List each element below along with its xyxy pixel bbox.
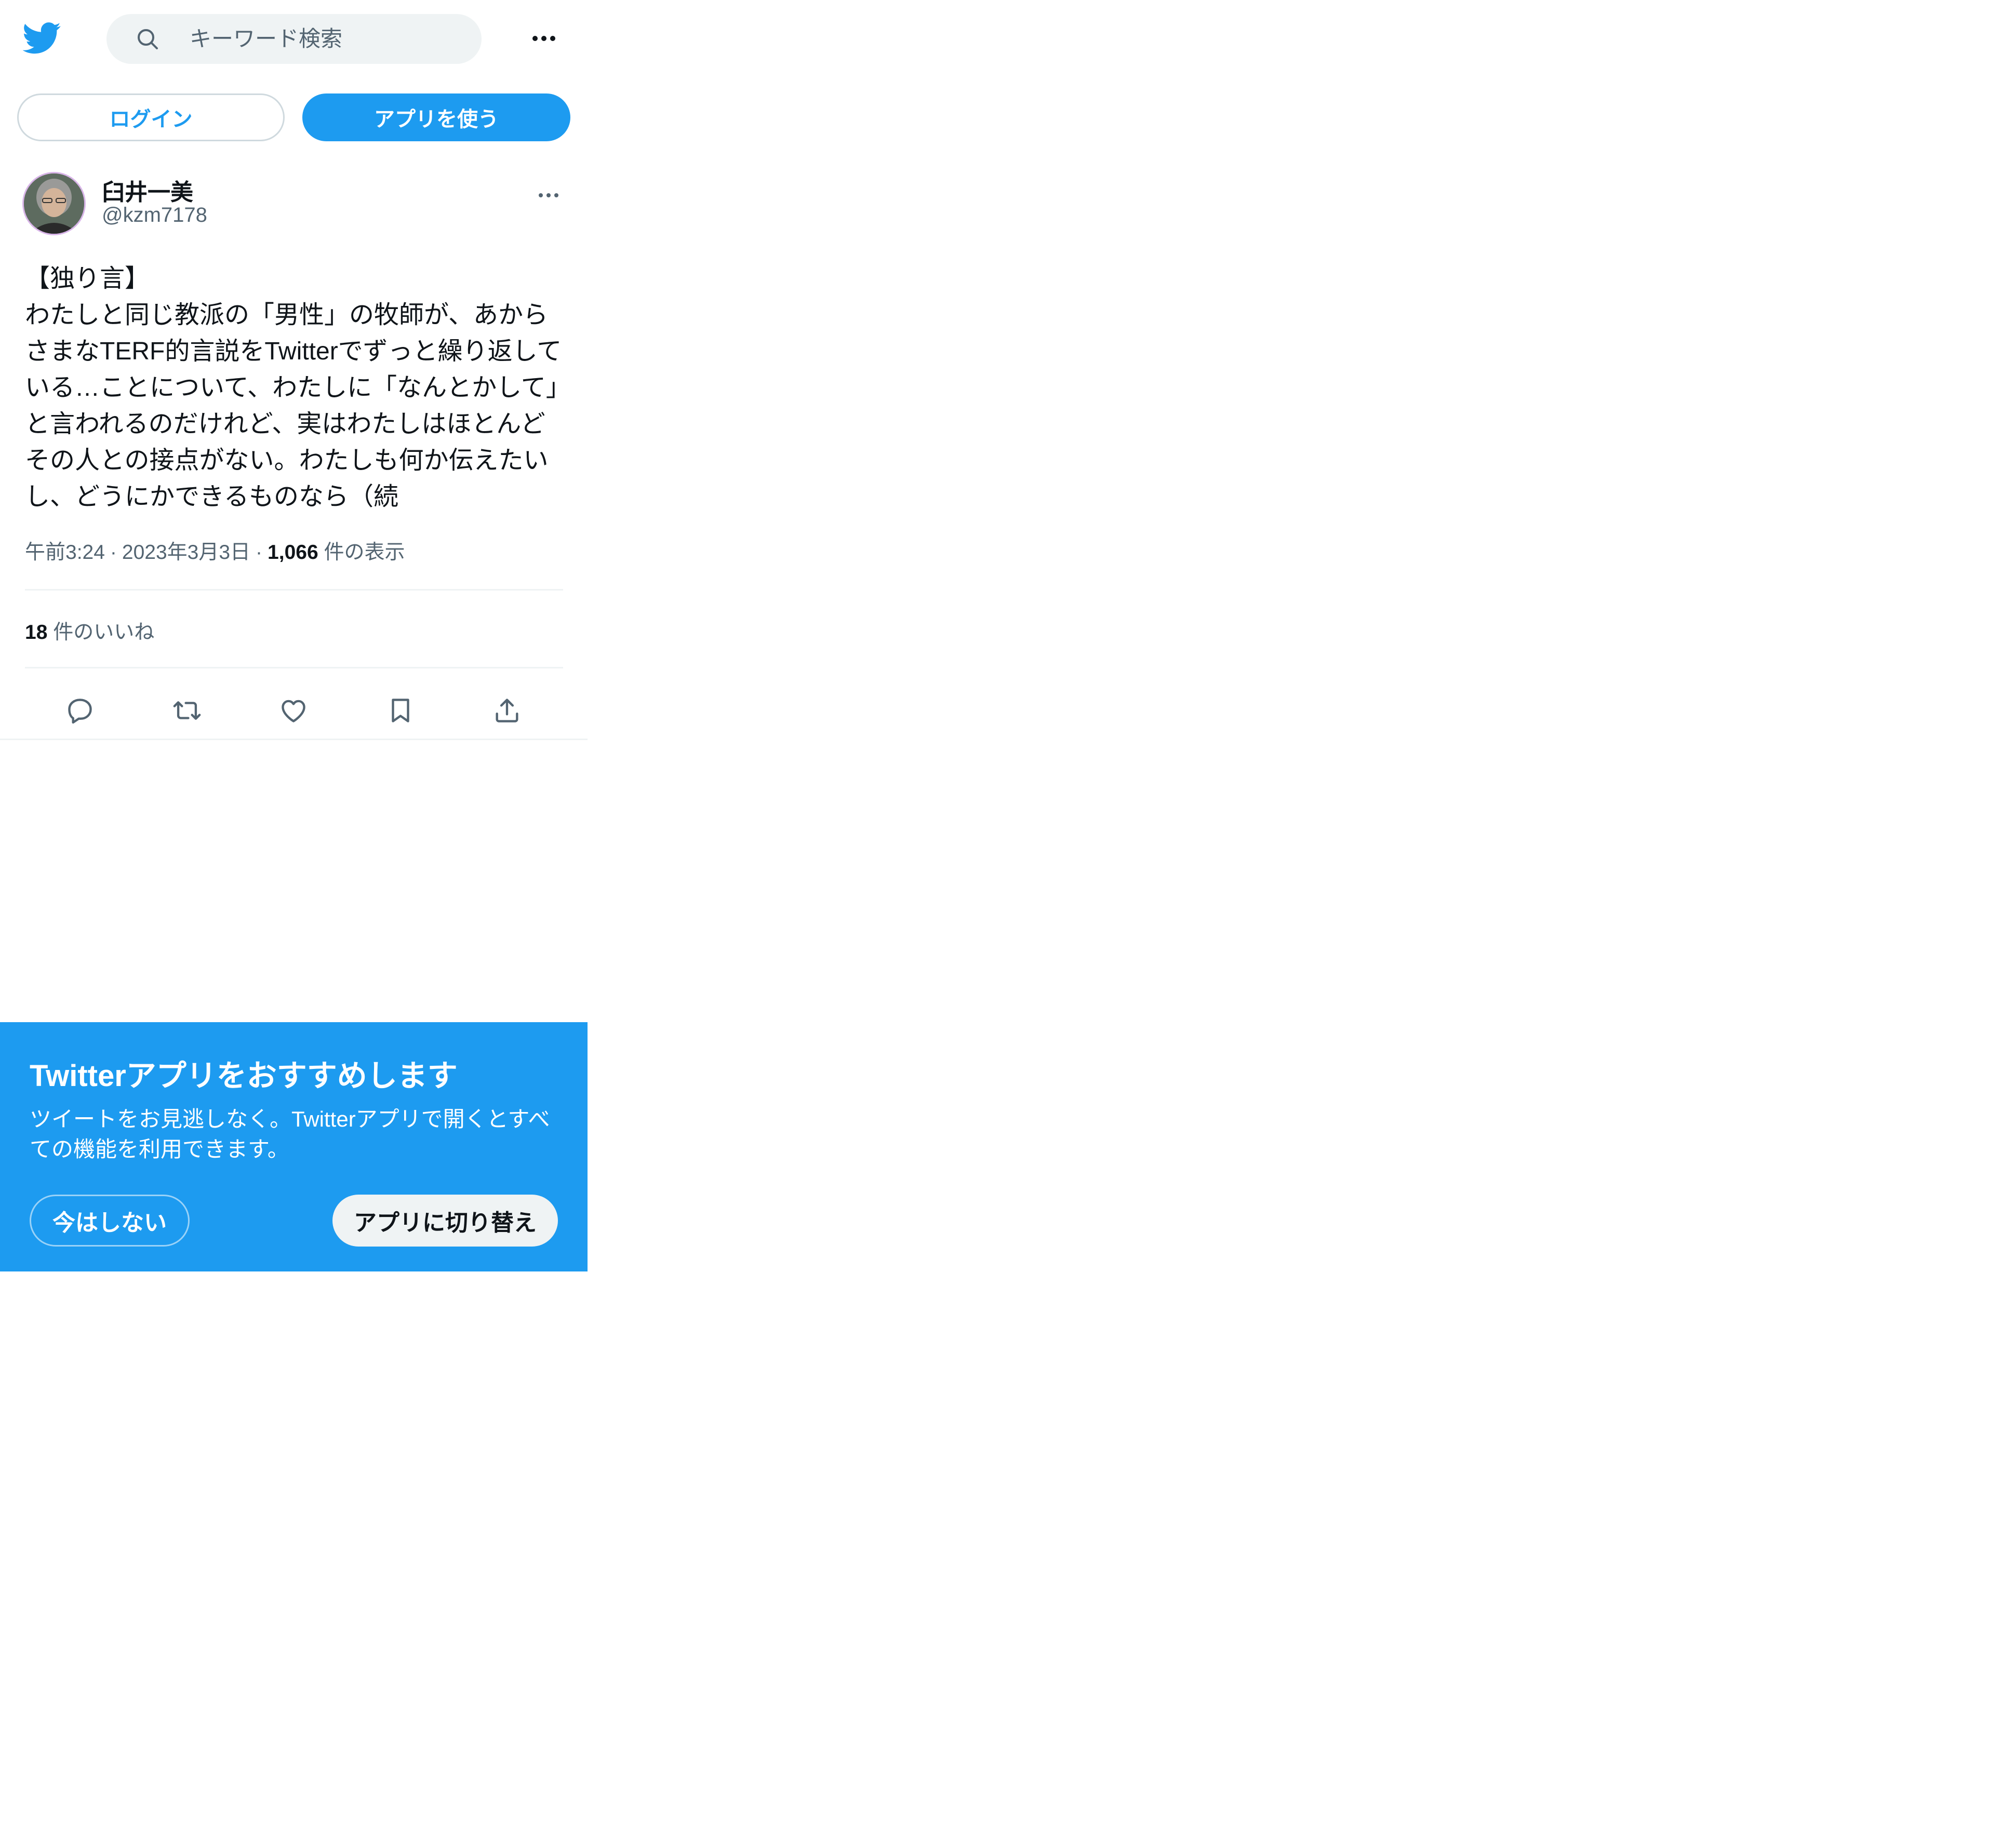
divider bbox=[25, 667, 563, 668]
search-input[interactable] bbox=[190, 14, 460, 64]
banner-title: Twitterアプリをおすすめします bbox=[30, 1059, 458, 1093]
bookmark-button[interactable] bbox=[376, 686, 425, 735]
likes-label: 件のいいね bbox=[53, 621, 155, 644]
tweet-actions bbox=[25, 686, 563, 735]
bookmark-icon bbox=[392, 699, 409, 722]
tweet-more-icon[interactable] bbox=[537, 186, 560, 205]
tweet-text: 【独り言】 わたしと同じ教派の「男性」の牧師が、あからさまなTERF的言説をTw… bbox=[25, 265, 562, 511]
share-icon bbox=[496, 699, 518, 722]
divider bbox=[25, 589, 563, 591]
avatar[interactable] bbox=[24, 173, 84, 234]
retweet-button[interactable] bbox=[162, 686, 212, 735]
use-app-button[interactable]: アプリを使う bbox=[302, 93, 570, 141]
tweet-meta: 午前3:24 · 2023年3月3日 · 1,066 件の表示 bbox=[25, 536, 405, 565]
search-icon bbox=[138, 29, 158, 49]
likes-summary[interactable]: 18 件のいいね bbox=[25, 616, 154, 645]
not-now-button[interactable]: 今はしない bbox=[30, 1195, 190, 1247]
auth-buttons: ログイン アプリを使う bbox=[0, 93, 588, 142]
app-root: ログイン アプリを使う 臼井一美 @kzm7178 【独り言】 わたしと同じ教派… bbox=[0, 0, 588, 1848]
user-handle[interactable]: @kzm7178 bbox=[102, 204, 207, 227]
like-button[interactable] bbox=[269, 686, 318, 735]
switch-to-app-button[interactable]: アプリに切り替え bbox=[332, 1195, 558, 1247]
more-icon[interactable] bbox=[531, 28, 557, 49]
tweet-date[interactable]: 2023年3月3日 bbox=[122, 541, 250, 564]
search-bar[interactable] bbox=[106, 14, 482, 64]
divider bbox=[0, 739, 588, 740]
display-name[interactable]: 臼井一美 bbox=[102, 173, 193, 207]
separator-dot: · bbox=[256, 541, 263, 564]
app-promo-banner: Twitterアプリをおすすめします ツイートをお見逃しなく。Twitterアプ… bbox=[0, 1022, 588, 1271]
top-bar bbox=[0, 0, 588, 78]
share-button[interactable] bbox=[482, 686, 532, 735]
separator-dot: · bbox=[110, 541, 117, 564]
retweet-icon bbox=[173, 701, 201, 720]
banner-text: ツイートをお見逃しなく。Twitterアプリで開くとすべての機能を利用できます。 bbox=[30, 1107, 550, 1161]
likes-count: 18 bbox=[25, 621, 48, 644]
tweet-time[interactable]: 午前3:24 bbox=[25, 541, 105, 564]
like-icon bbox=[282, 700, 305, 722]
avatar-image bbox=[24, 173, 84, 234]
views-count: 1,066 bbox=[268, 541, 318, 564]
twitter-logo-icon[interactable] bbox=[23, 19, 61, 57]
reply-icon bbox=[68, 699, 92, 724]
reply-button[interactable] bbox=[55, 686, 105, 735]
views-label: 件の表示 bbox=[324, 541, 405, 564]
login-button[interactable]: ログイン bbox=[17, 93, 285, 141]
